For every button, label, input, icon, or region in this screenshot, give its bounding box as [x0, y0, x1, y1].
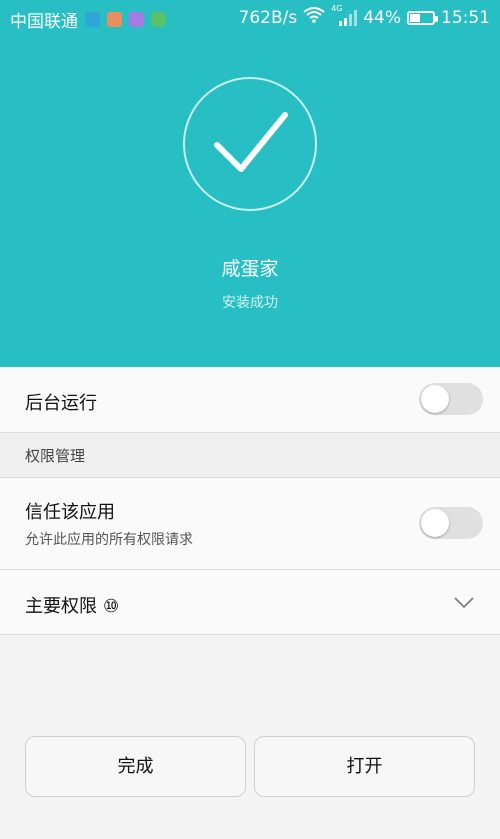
- success-check-circle: [183, 77, 317, 211]
- network-speed: 762B/s: [238, 7, 298, 28]
- battery-charging-icon: [407, 10, 438, 25]
- shopping-icon: [107, 12, 122, 27]
- toggle-knob: [421, 509, 449, 537]
- app-name: 咸蛋家: [221, 258, 279, 280]
- wifi-icon: [303, 7, 325, 28]
- main-permissions-row[interactable]: 主要权限 ⑩: [0, 570, 500, 635]
- main-permissions-title: 主要权限 ⑩: [25, 592, 119, 618]
- trust-app-row[interactable]: 信任该应用 允许此应用的所有权限请求: [0, 478, 500, 570]
- carrier-name: 中国联通: [10, 12, 78, 32]
- background-run-row[interactable]: 后台运行: [0, 367, 500, 433]
- install-status: 安装成功: [222, 295, 278, 311]
- chevron-down-icon[interactable]: [454, 597, 474, 609]
- toggle-knob: [421, 385, 449, 413]
- permission-section-header: 权限管理: [0, 433, 500, 478]
- app-notification-icon: [85, 12, 100, 27]
- main-permissions-label: 主要权限: [25, 596, 97, 617]
- signal-icon: 4G: [331, 4, 358, 28]
- gallery-icon: [129, 12, 144, 27]
- trust-app-label: 信任该应用: [25, 502, 115, 523]
- background-run-toggle[interactable]: [419, 383, 483, 415]
- trust-app-toggle[interactable]: [419, 507, 483, 539]
- check-icon: [214, 112, 288, 172]
- open-button[interactable]: 打开: [254, 736, 475, 797]
- background-run-label: 后台运行: [25, 393, 97, 414]
- trust-app-description: 允许此应用的所有权限请求: [25, 532, 193, 548]
- battery-percent: 44%: [363, 7, 401, 28]
- settings-panel: 后台运行 权限管理 信任该应用 允许此应用的所有权限请求 主要权限 ⑩ 完成 打开: [0, 367, 500, 839]
- install-header: 中国联通 762B/s 4G 44% 15:51 咸蛋家 安装成功: [0, 0, 500, 367]
- permission-count: ⑩: [103, 596, 120, 617]
- status-bar: 中国联通 762B/s 4G 44% 15:51: [0, 0, 500, 36]
- wechat-icon: [151, 12, 166, 27]
- done-button[interactable]: 完成: [25, 736, 246, 797]
- clock: 15:51: [441, 7, 490, 28]
- permission-section-label: 权限管理: [25, 447, 86, 465]
